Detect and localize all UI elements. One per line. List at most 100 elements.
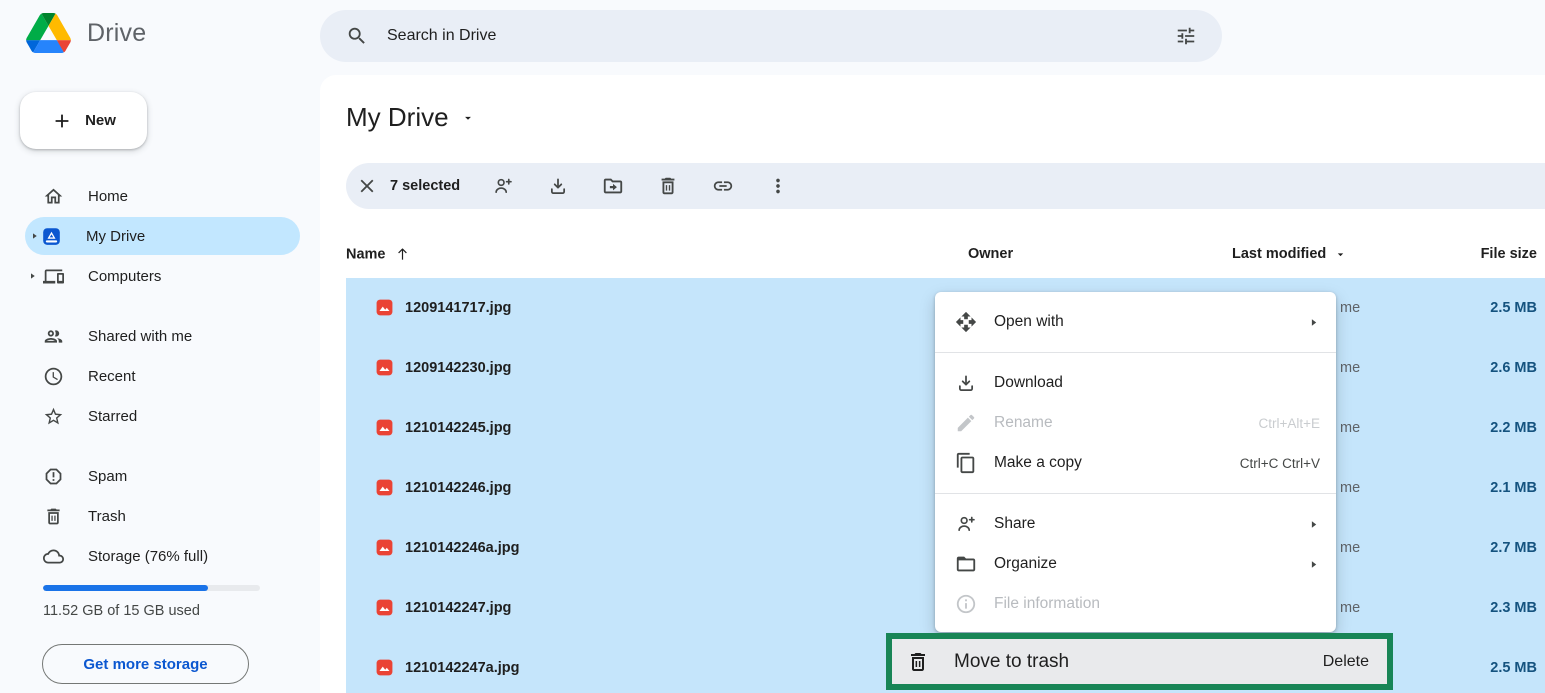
modified-by: me	[1340, 480, 1360, 496]
sidebar-item-computers[interactable]: Computers	[0, 256, 320, 296]
storage-progress-bar	[43, 585, 260, 591]
selected-count-label: 7 selected	[390, 178, 460, 194]
file-name: 1210142246.jpg	[405, 480, 511, 496]
sidebar-item-trash[interactable]: Trash	[0, 496, 320, 536]
more-actions-button[interactable]	[767, 175, 789, 197]
download-button[interactable]	[547, 175, 569, 197]
sidebar: Drive New Home My Drive	[0, 0, 320, 693]
drive-logo[interactable]: Drive	[26, 13, 146, 53]
image-file-icon	[375, 598, 394, 617]
drive-logo-text: Drive	[87, 19, 146, 48]
menu-item-rename: Rename Ctrl+Alt+E	[935, 403, 1336, 443]
my-drive-icon	[41, 226, 62, 247]
column-header-name[interactable]: Name	[346, 246, 411, 263]
column-header-file-size[interactable]: File size	[1481, 246, 1537, 262]
pencil-icon	[955, 412, 977, 434]
menu-item-label: Open with	[994, 313, 1064, 331]
image-file-icon	[375, 478, 394, 497]
caret-down-icon	[461, 111, 475, 125]
trash-button[interactable]	[657, 175, 679, 197]
trash-icon	[906, 650, 930, 674]
submenu-caret-icon	[1307, 518, 1320, 531]
menu-item-label: File information	[994, 595, 1100, 613]
menu-item-label: Move to trash	[954, 651, 1069, 673]
sidebar-item-shared-with-me[interactable]: Shared with me	[0, 316, 320, 356]
sidebar-item-starred[interactable]: Starred	[0, 396, 320, 436]
expand-caret-icon[interactable]	[30, 232, 39, 241]
search-icon	[346, 25, 368, 47]
file-name: 1210142247.jpg	[405, 600, 511, 616]
sidebar-nav: Home My Drive Computers Share	[0, 176, 320, 576]
page-title-label: My Drive	[346, 102, 449, 133]
sidebar-item-label: Starred	[88, 408, 137, 425]
modified-by: me	[1340, 360, 1360, 376]
sidebar-item-spam[interactable]: Spam	[0, 456, 320, 496]
drive-logo-icon	[26, 13, 71, 53]
get-more-storage-button[interactable]: Get more storage	[42, 644, 249, 684]
column-header-owner[interactable]: Owner	[968, 246, 1013, 262]
file-name: 1210142245.jpg	[405, 420, 511, 436]
expand-caret-icon[interactable]	[28, 272, 37, 281]
copy-link-button[interactable]	[712, 175, 734, 197]
cloud-icon	[43, 546, 64, 567]
modified-by: me	[1340, 540, 1360, 556]
sidebar-item-label: Computers	[88, 268, 161, 285]
search-placeholder: Search in Drive	[387, 27, 496, 45]
selection-toolbar: 7 selected	[346, 163, 1545, 209]
image-file-icon	[375, 418, 394, 437]
people-icon	[43, 326, 64, 347]
menu-divider	[935, 493, 1336, 494]
image-file-icon	[375, 358, 394, 377]
new-button-label: New	[85, 112, 116, 129]
new-button[interactable]: New	[20, 92, 147, 149]
submenu-caret-icon	[1307, 558, 1320, 571]
sidebar-item-label: Shared with me	[88, 328, 192, 345]
file-size: 2.2 MB	[1490, 420, 1537, 436]
sidebar-item-label: My Drive	[86, 228, 145, 245]
home-icon	[43, 186, 64, 207]
search-input[interactable]: Search in Drive	[320, 10, 1222, 62]
move-to-folder-button[interactable]	[602, 175, 624, 197]
menu-item-organize[interactable]: Organize	[935, 544, 1336, 584]
image-file-icon	[375, 538, 394, 557]
file-name: 1209142230.jpg	[405, 360, 511, 376]
file-name: 1209141717.jpg	[405, 300, 511, 316]
menu-item-make-a-copy[interactable]: Make a copy Ctrl+C Ctrl+V	[935, 443, 1336, 483]
menu-item-shortcut: Delete	[1323, 653, 1369, 671]
submenu-caret-icon	[1307, 316, 1320, 329]
menu-item-label: Download	[994, 374, 1063, 392]
spam-icon	[43, 466, 64, 487]
column-label: Name	[346, 246, 386, 262]
clear-selection-button[interactable]	[356, 175, 378, 197]
menu-item-download[interactable]: Download	[935, 363, 1336, 403]
sidebar-item-my-drive[interactable]: My Drive	[25, 217, 300, 255]
computers-icon	[43, 266, 64, 287]
file-name: 1210142247a.jpg	[405, 660, 519, 676]
sidebar-item-label: Trash	[88, 508, 126, 525]
menu-item-open-with[interactable]: Open with	[935, 302, 1336, 342]
sidebar-item-label: Storage (76% full)	[88, 548, 208, 565]
menu-item-label: Rename	[994, 414, 1053, 432]
menu-item-move-to-trash[interactable]: Move to trash Delete	[892, 639, 1387, 684]
person-add-icon	[955, 513, 977, 535]
nav-section-gap	[0, 436, 320, 456]
modified-by: me	[1340, 420, 1360, 436]
info-icon	[955, 593, 977, 615]
menu-item-shortcut: Ctrl+C Ctrl+V	[1240, 456, 1320, 471]
share-button[interactable]	[492, 175, 514, 197]
sidebar-item-storage[interactable]: Storage (76% full)	[0, 536, 320, 576]
nav-section-gap	[0, 296, 320, 316]
column-label: Last modified	[1232, 246, 1326, 262]
sidebar-item-home[interactable]: Home	[0, 176, 320, 216]
file-size: 2.1 MB	[1490, 480, 1537, 496]
search-filters-icon[interactable]	[1175, 25, 1197, 47]
column-header-last-modified[interactable]: Last modified	[1232, 246, 1347, 262]
sidebar-item-recent[interactable]: Recent	[0, 356, 320, 396]
annotation-highlight-box: Move to trash Delete	[886, 633, 1393, 690]
page-title[interactable]: My Drive	[346, 102, 475, 133]
modified-by: me	[1340, 600, 1360, 616]
storage-progress-fill	[43, 585, 208, 591]
sidebar-item-label: Spam	[88, 468, 127, 485]
menu-item-share[interactable]: Share	[935, 504, 1336, 544]
modified-by: me	[1340, 300, 1360, 316]
